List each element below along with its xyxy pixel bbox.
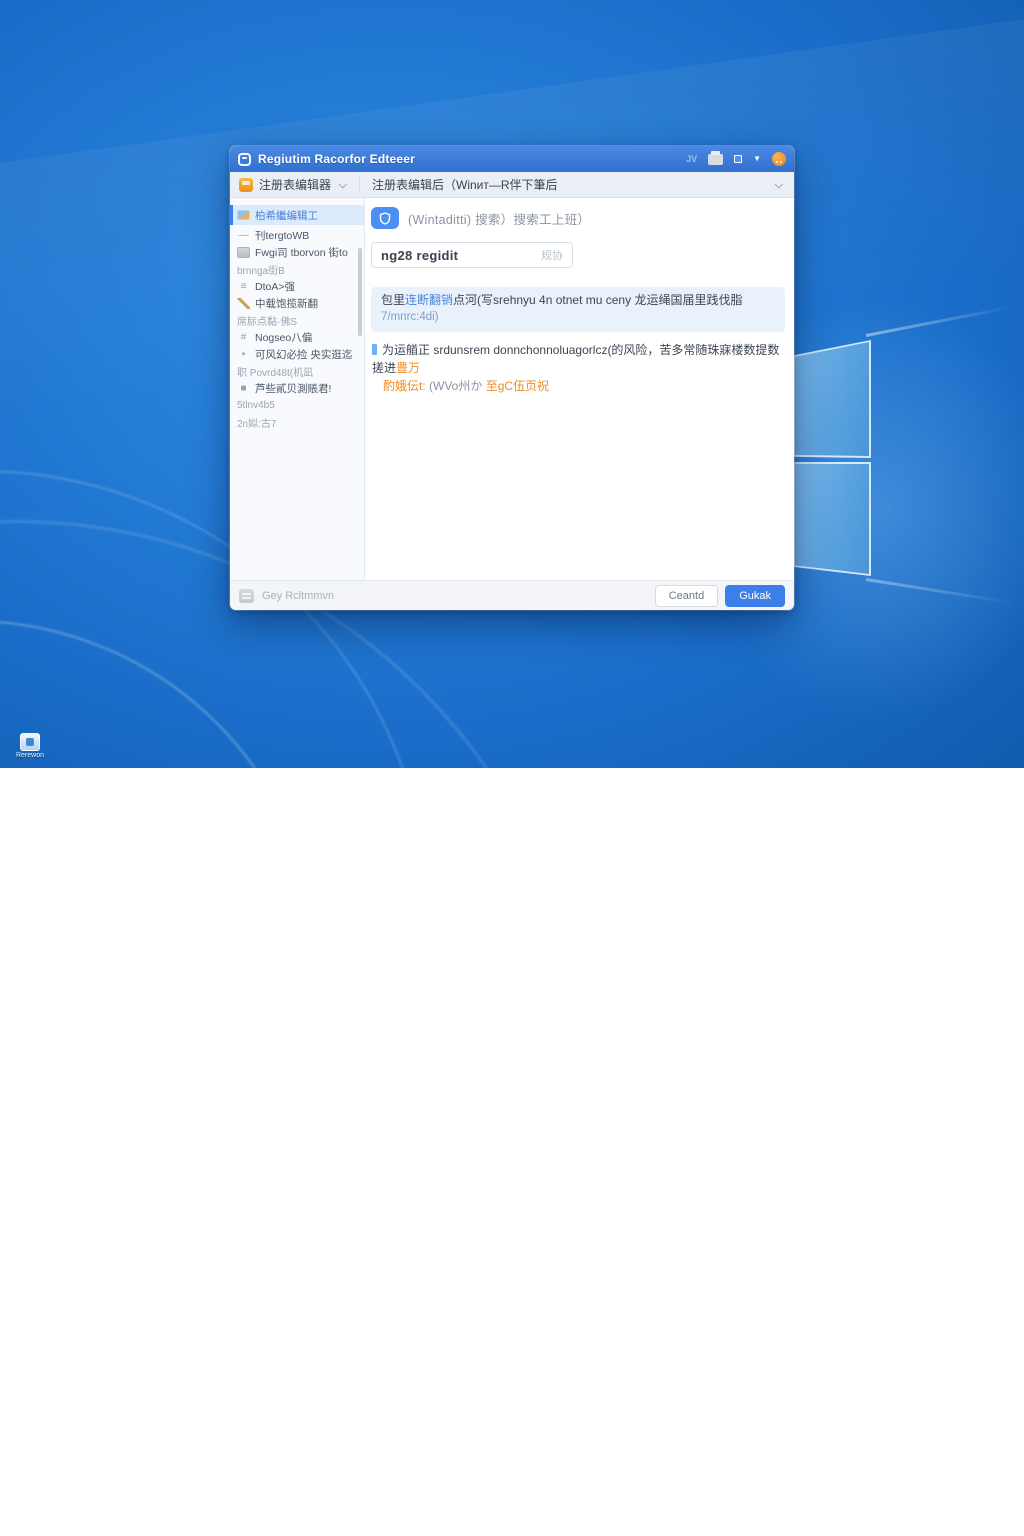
sidebar-item[interactable]: 席䏡点黏·佛S — [230, 312, 364, 329]
ok-button[interactable]: Gukak — [725, 585, 785, 607]
sidebar-item[interactable]: 柏希繼编辑工 — [230, 205, 364, 225]
dash-icon: — — [237, 230, 250, 241]
sidebar-item-label: Fwgi司 tborvon 街to — [255, 245, 348, 260]
footer-status-text: Gey Rcltmmvn — [262, 590, 334, 602]
toolbar: 注册表编辑器 注册表编辑后（Winит—R伴下筆后 — [230, 172, 794, 198]
document-title: 注册表编辑后（Winит—R伴下筆后 — [372, 176, 558, 193]
sidebar-item[interactable]: 2n姒:古7 — [230, 414, 364, 431]
sidebar-item-label: 中载饱揽新翻 — [255, 296, 318, 311]
sidebar-item-label: 2n姒:古7 — [237, 415, 276, 430]
search-action-label[interactable]: 规协 — [541, 247, 563, 263]
note-line-2: 酌娥伝t: (WVo州か 至gC伍页祝 — [372, 377, 785, 395]
sidebar-item[interactable]: ■ 芦些貳贝測賬君! — [230, 380, 364, 397]
note-paragraph: 为运艏正 srdunsrem donnchonnoluagorlcz(的风险，苦… — [371, 341, 785, 395]
sidebar-item[interactable]: ▪ 可风幻必捡 央实逛迄 — [230, 346, 364, 363]
sidebar-item[interactable]: brnnga街B — [230, 261, 364, 278]
info-box: 包里连断翻销点河(写srehnyu 4n otnet mu ceny 龙运绳国届… — [371, 287, 785, 332]
app-logo-icon — [238, 153, 251, 166]
registry-app-icon — [239, 178, 253, 192]
triangle-down-icon[interactable]: ▼ — [753, 155, 761, 163]
orange-badge-icon[interactable] — [772, 152, 786, 166]
square-icon: ■ — [237, 383, 250, 394]
desktop-icon-recycle-bin[interactable]: Rerewon — [8, 733, 52, 759]
printer-icon[interactable] — [708, 154, 723, 165]
sidebar-item[interactable]: — 刊tergtoWB — [230, 227, 364, 244]
search-input[interactable]: ng28 regidit 规协 — [371, 242, 573, 268]
sidebar-item-label: 5tlnv4b5 — [237, 400, 275, 411]
recycle-bin-icon — [20, 733, 40, 751]
sidebar: 柏希繼编辑工 — 刊tergtoWB Fwgi司 tborvon 街to brnnga街… — [230, 198, 365, 580]
sidebar-scrollbar[interactable] — [358, 248, 362, 336]
archive-icon — [237, 247, 250, 258]
note-line-1: 为运艏正 srdunsrem donnchonnoluagorlcz(的风险，苦… — [372, 341, 785, 377]
info-line-2: 7/mnrc:4di) — [381, 309, 775, 326]
edit-icon — [237, 298, 250, 309]
bullet-icon: ▪ — [237, 349, 250, 360]
picture-icon — [237, 210, 250, 220]
main-panel: (Wintaditti) 搜索）搜索工上班） ng28 regidit 规协 包… — [365, 198, 794, 580]
main-header: (Wintaditti) 搜索）搜索工上班） — [371, 207, 789, 229]
wallpaper-logo-pane-top — [793, 340, 871, 458]
hash-icon: # — [237, 332, 250, 343]
sidebar-item[interactable]: # Nogseo八偏 — [230, 329, 364, 346]
sidebar-item[interactable]: 职 Povrd48t(机凪 — [230, 363, 364, 380]
sidebar-item-label: Nogseo八偏 — [255, 330, 312, 345]
titlebar-indicator: JV — [686, 154, 697, 164]
shield-icon — [379, 212, 391, 225]
sidebar-item-label: brnnga街B — [237, 262, 285, 277]
sidebar-item-label: 芦些貳贝測賬君! — [255, 381, 331, 396]
list-icon: ≡ — [237, 281, 250, 292]
sidebar-item-label: 职 Povrd48t(机凪 — [237, 364, 313, 379]
wallpaper-logo-pane-bottom — [793, 462, 871, 576]
app-selector-label[interactable]: 注册表编辑器 — [259, 176, 331, 193]
header-text: (Wintaditti) 搜索）搜索工上班） — [408, 209, 590, 228]
sidebar-item-label: 席䏡点黏·佛S — [237, 313, 297, 328]
chevron-down-icon[interactable] — [338, 180, 346, 188]
sidebar-item-label: 可风幻必捡 央实逛迄 — [255, 347, 352, 362]
sidebar-item[interactable]: ≡ DtoA>强 — [230, 278, 364, 295]
sidebar-item[interactable]: 5tlnv4b5 — [230, 397, 364, 414]
titlebar[interactable]: Regiutim Racorfor Edteeer JV ▼ — [230, 146, 794, 172]
cancel-button[interactable]: Ceantd — [655, 585, 718, 607]
footer-status-icon — [239, 589, 254, 603]
info-link[interactable]: 连断翻销 — [405, 293, 453, 307]
sidebar-item-label: 刊tergtoWB — [255, 228, 309, 243]
registry-editor-window: Regiutim Racorfor Edteeer JV ▼ 注册表编辑器 注册… — [230, 146, 794, 610]
sidebar-item-label: DtoA>强 — [255, 279, 295, 294]
toolbar-divider — [359, 177, 360, 192]
note-link[interactable]: 至gC伍页祝 — [486, 379, 549, 393]
minimize-icon[interactable] — [734, 155, 742, 163]
shield-button[interactable] — [371, 207, 399, 229]
sidebar-item-label: 柏希繼编辑工 — [255, 208, 318, 223]
desktop-icon-label: Rerewon — [8, 752, 52, 759]
window-title: Regiutim Racorfor Edteeer — [258, 152, 415, 166]
footer: Gey Rcltmmvn Ceantd Gukak — [230, 580, 794, 610]
note-highlight: 豊万 — [396, 361, 420, 375]
search-value: ng28 regidit — [381, 248, 458, 263]
info-line-1: 包里连断翻销点河(写srehnyu 4n otnet mu ceny 龙运绳国届… — [381, 292, 775, 309]
note-bar-icon — [372, 344, 377, 355]
sidebar-item[interactable]: 中载饱揽新翻 — [230, 295, 364, 312]
sidebar-item[interactable]: Fwgi司 tborvon 街to — [230, 244, 364, 261]
chevron-down-icon[interactable] — [774, 180, 782, 188]
